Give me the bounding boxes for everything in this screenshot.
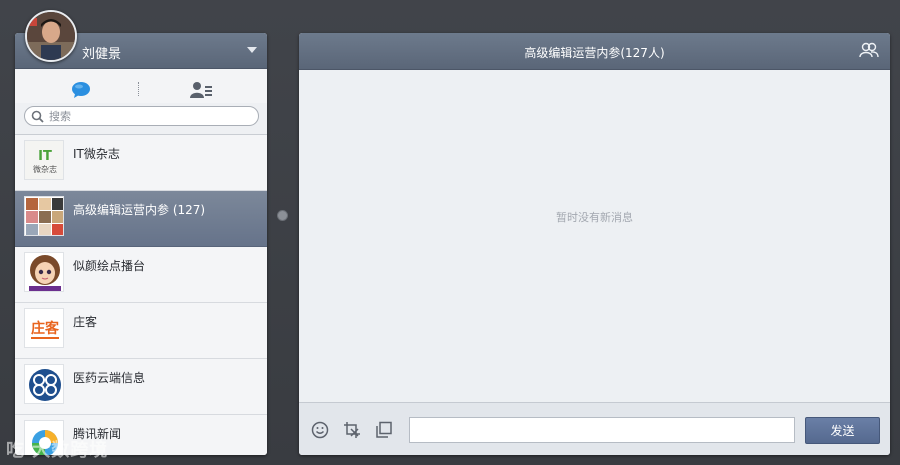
- conversation-name: 医药云端信息: [73, 371, 146, 385]
- search-icon: [31, 110, 44, 123]
- conversation-list: IT 微杂志 IT微杂志 高级编辑运营内参 (127) 似颜绘点播台 庄客 庄客…: [15, 135, 267, 455]
- conversation-item[interactable]: 似颜绘点播台: [15, 247, 267, 303]
- conversation-name: 似颜绘点播台: [73, 259, 146, 273]
- username: 刘健景: [82, 47, 122, 62]
- screenshot-icon[interactable]: [343, 421, 361, 439]
- svg-text:IT: IT: [38, 149, 52, 164]
- panel-splitter-handle[interactable]: [277, 210, 288, 221]
- tab-divider: [138, 82, 139, 96]
- conversation-panel: 刘健景 IT: [15, 33, 267, 455]
- conversation-name: 庄客: [73, 315, 98, 329]
- conversation-name: IT微杂志: [73, 147, 120, 161]
- conversation-item[interactable]: 庄客 庄客: [15, 303, 267, 359]
- chevron-down-icon[interactable]: [247, 47, 257, 53]
- svg-text:庄客: 庄客: [31, 320, 60, 337]
- medicine-cloud-logo: [24, 364, 64, 404]
- search-input[interactable]: [49, 108, 249, 124]
- chat-title: 高级编辑运营内参(127人): [524, 46, 665, 60]
- conversation-item[interactable]: IT 微杂志 IT微杂志: [15, 135, 267, 191]
- search-box: [24, 106, 259, 126]
- cartoon-girl-avatar: [24, 252, 64, 292]
- conversation-item[interactable]: 医药云端信息: [15, 359, 267, 415]
- message-input[interactable]: [409, 417, 795, 443]
- chat-bubble-icon[interactable]: [71, 81, 91, 99]
- chat-header: 高级编辑运营内参(127人): [299, 33, 890, 70]
- it-magazine-logo: IT 微杂志: [25, 141, 63, 179]
- watermark-text: 吃 大数跨境: [6, 440, 109, 461]
- copy-icon[interactable]: [375, 421, 393, 439]
- contacts-icon[interactable]: [190, 81, 212, 99]
- message-area[interactable]: 暂时没有新消息: [299, 70, 890, 402]
- composer-bar: 发送: [299, 402, 890, 455]
- send-button[interactable]: 发送: [805, 417, 880, 444]
- chat-panel: 高级编辑运营内参(127人) 暂时没有新消息 发送: [299, 33, 890, 455]
- conversation-name: 高级编辑运营内参 (127): [73, 203, 206, 217]
- conversation-item-active[interactable]: 高级编辑运营内参 (127): [15, 191, 267, 247]
- emoji-icon[interactable]: [311, 421, 329, 439]
- svg-text:微杂志: 微杂志: [33, 164, 57, 174]
- group-avatar: [24, 196, 64, 236]
- conversation-avatar: IT 微杂志: [24, 140, 64, 180]
- group-members-icon[interactable]: [859, 42, 879, 58]
- empty-state-text: 暂时没有新消息: [556, 211, 633, 224]
- panel-tabs: [15, 69, 267, 103]
- zhuangke-logo: 庄客: [24, 308, 64, 348]
- avatar[interactable]: [25, 10, 77, 62]
